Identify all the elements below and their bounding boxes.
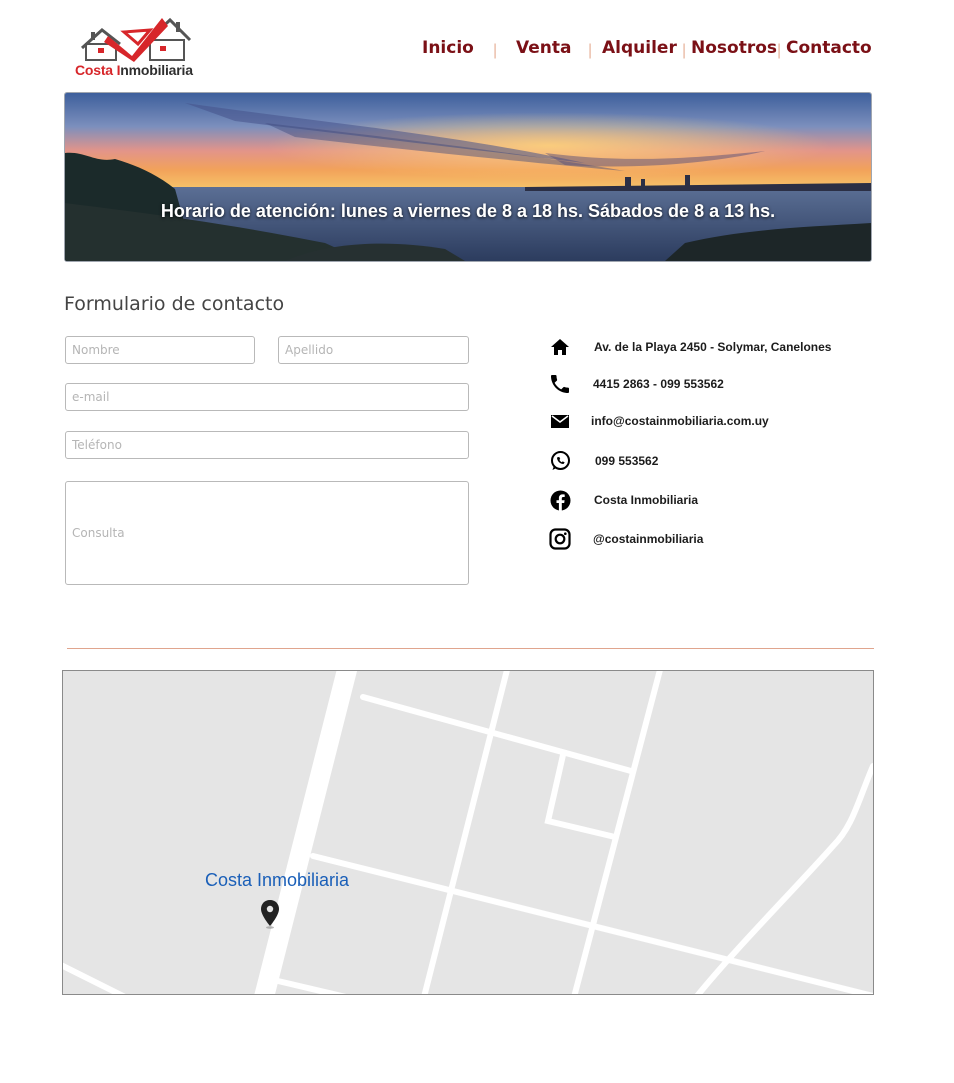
- nav-item-contacto[interactable]: Contacto: [786, 38, 872, 58]
- opening-hours-text: Horario de atención: lunes a viernes de …: [160, 201, 776, 221]
- surname-field[interactable]: [278, 336, 469, 364]
- house-logo-icon: [80, 17, 192, 62]
- facebook-text[interactable]: Costa Inmobiliaria: [594, 493, 698, 507]
- location-map[interactable]: Costa Inmobiliaria: [62, 670, 874, 995]
- nav-item-venta[interactable]: Venta: [516, 38, 571, 58]
- whatsapp-icon: [551, 451, 570, 470]
- phone-field[interactable]: [65, 431, 469, 459]
- section-divider: [67, 648, 874, 649]
- logo[interactable]: Costa Inmobiliaria: [72, 14, 200, 80]
- instagram-text[interactable]: @costainmobiliaria: [593, 532, 703, 546]
- logo-word-costa: Costa: [75, 62, 117, 78]
- nav-item-alquiler[interactable]: Alquiler: [602, 38, 677, 58]
- logo-wordmark: Costa Inmobiliaria: [75, 62, 193, 78]
- address-text: Av. de la Playa 2450 - Solymar, Canelone…: [594, 340, 832, 354]
- map-pin-icon[interactable]: [259, 899, 281, 929]
- phones-text: 4415 2863 - 099 553562: [593, 377, 724, 391]
- nav-separator: |: [493, 42, 498, 59]
- name-field[interactable]: [65, 336, 255, 364]
- email-field[interactable]: [65, 383, 469, 411]
- nav-separator: |: [777, 42, 782, 59]
- mail-icon: [551, 415, 569, 428]
- map-place-label[interactable]: Costa Inmobiliaria: [205, 870, 349, 891]
- form-title: Formulario de contacto: [64, 293, 285, 315]
- instagram-icon: [549, 528, 571, 550]
- hero-banner: Horario de atención: lunes a viernes de …: [64, 92, 872, 262]
- nav-separator: |: [682, 42, 687, 59]
- whatsapp-text[interactable]: 099 553562: [595, 454, 658, 468]
- map-streets: [63, 671, 873, 994]
- query-textarea[interactable]: [65, 481, 469, 585]
- logo-word-nmobiliaria: nmobiliaria: [120, 62, 193, 78]
- email-text[interactable]: info@costainmobiliaria.com.uy: [591, 414, 769, 428]
- sunset-image: [65, 93, 871, 261]
- home-icon: [551, 339, 569, 355]
- nav-item-inicio[interactable]: Inicio: [422, 38, 474, 58]
- nav-item-nosotros[interactable]: Nosotros: [691, 38, 777, 58]
- facebook-icon: [550, 490, 571, 511]
- phone-icon: [551, 375, 569, 393]
- nav-separator: |: [588, 42, 593, 59]
